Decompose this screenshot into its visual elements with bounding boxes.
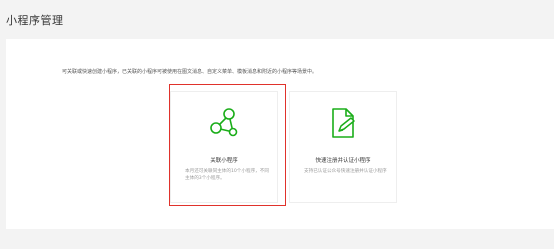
card-title: 关联小程序 bbox=[210, 158, 238, 164]
link-mini-program-card[interactable]: 关联小程序 本月还可关联同主体的10个小程序，不同主体的3个小程序。 bbox=[170, 91, 278, 203]
card-description: 本月还可关联同主体的10个小程序，不同主体的3个小程序。 bbox=[185, 169, 269, 181]
panel-description: 可关联或快速创建小程序，已关联的小程序可被使用在图文消息、自定义菜单、模板消息和… bbox=[62, 69, 318, 75]
page: 小程序管理 可关联或快速创建小程序，已关联的小程序可被使用在图文消息、自定义菜单… bbox=[0, 0, 554, 249]
document-edit-icon bbox=[332, 108, 355, 138]
content-panel: 可关联或快速创建小程序，已关联的小程序可被使用在图文消息、自定义菜单、模板消息和… bbox=[6, 39, 554, 229]
card-description: 支持已认证公众号快速注册并认证小程序 bbox=[304, 169, 387, 174]
card-title: 快速注册并认证小程序 bbox=[315, 158, 371, 164]
page-title: 小程序管理 bbox=[6, 14, 64, 27]
quick-register-card[interactable]: 快速注册并认证小程序 支持已认证公众号快速注册并认证小程序 bbox=[289, 91, 397, 203]
share-nodes-icon bbox=[210, 108, 238, 137]
